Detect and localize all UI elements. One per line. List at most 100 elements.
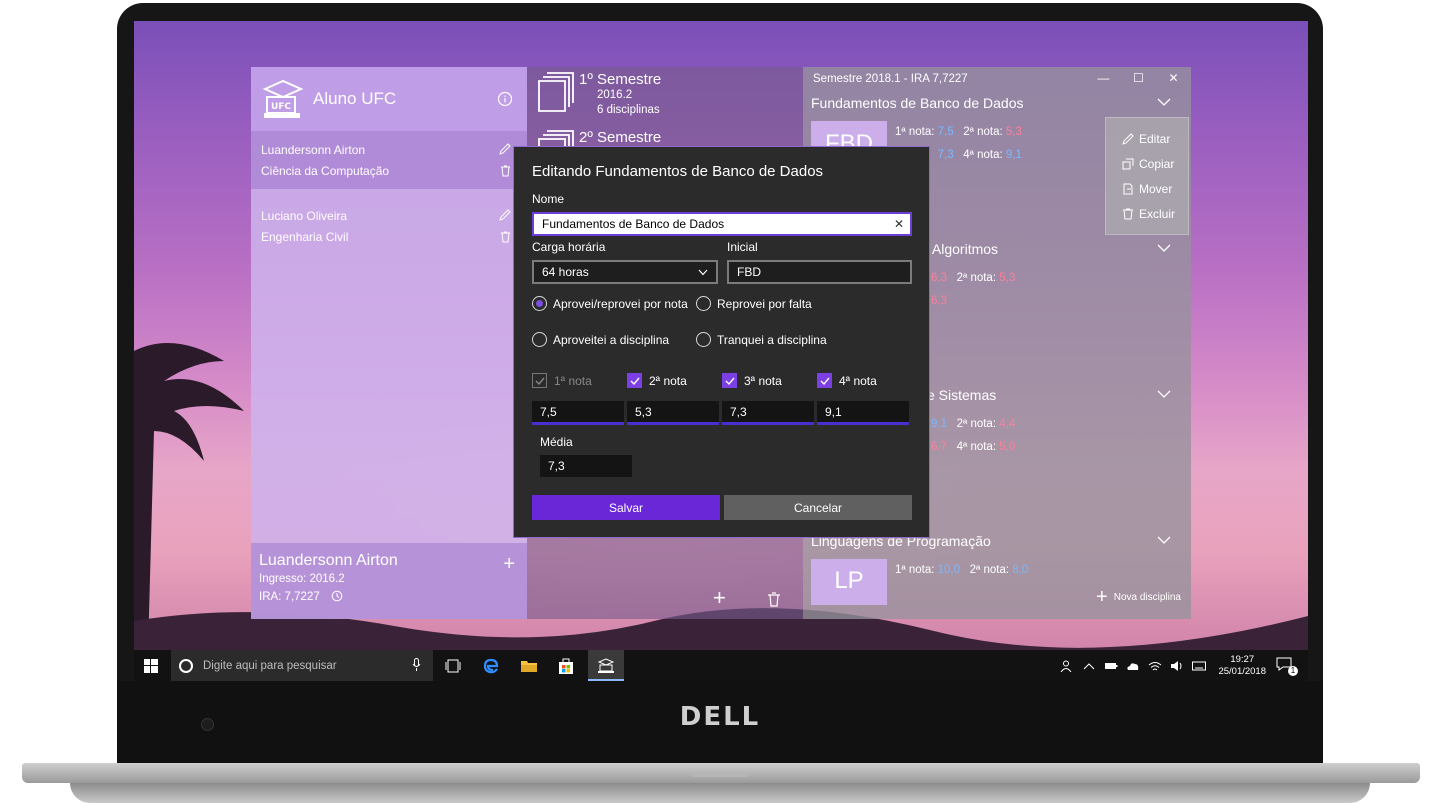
semester-count: 6 disciplinas	[597, 104, 660, 116]
course-name: Fundamentos de Banco de Dados	[811, 95, 1024, 111]
hours-dropdown[interactable]: 64 horas	[532, 260, 718, 284]
checkbox-grade-1[interactable]: 1ª nota	[532, 373, 592, 388]
radio-dropped[interactable]: Tranquei a disciplina	[696, 332, 827, 347]
menu-item-label: Editar	[1139, 131, 1171, 146]
grade-value: 6,7	[931, 441, 947, 453]
windows-start-icon[interactable]	[144, 659, 158, 673]
radio-credited[interactable]: Aproveitei a disciplina	[532, 332, 669, 347]
grade-1-input[interactable]: 7,5	[532, 401, 624, 425]
checkbox-grade-4[interactable]: 4ª nota	[817, 373, 877, 388]
radio-label: Reprovei por falta	[717, 296, 812, 311]
grade-value: 5,3	[999, 272, 1016, 284]
keyboard-icon[interactable]	[1192, 660, 1207, 672]
students-sidebar: UFC Aluno UFC Luandersonn Airton Ciência…	[251, 67, 527, 619]
new-course-button[interactable]: + Nova disciplina	[1096, 586, 1181, 609]
course-name: e Algoritmos	[921, 241, 999, 257]
grade-3-input[interactable]: 7,3	[722, 401, 814, 425]
radio-absence[interactable]: Reprovei por falta	[696, 296, 812, 311]
hours-label: Carga horária	[532, 240, 606, 254]
checkbox-grade-2[interactable]: 2ª nota	[627, 373, 687, 388]
maximize-button[interactable]: ☐	[1121, 67, 1156, 89]
student-item[interactable]: Luandersonn Airton Ciência da Computação	[251, 131, 527, 189]
edit-icon[interactable]	[499, 209, 511, 221]
radio-grade[interactable]: Aprovei/reprovei por nota	[532, 296, 688, 311]
menu-item-copy[interactable]: Copiar	[1106, 151, 1188, 176]
clock[interactable]: 19:27 25/01/2018	[1218, 654, 1266, 678]
checkmark-icon	[820, 377, 830, 385]
student-name: Luandersonn Airton	[261, 143, 366, 157]
checkbox-label: 2ª nota	[649, 373, 687, 388]
grade-value: 7,3	[937, 149, 954, 161]
file-explorer-icon[interactable]	[520, 657, 538, 675]
grade-label: 2ª nota:	[969, 564, 1010, 576]
store-icon[interactable]	[557, 657, 575, 675]
chevron-down-icon[interactable]	[1157, 389, 1171, 399]
grade-label: 4ª nota:	[963, 149, 1003, 161]
summary-ira: IRA: 7,7227	[259, 591, 320, 603]
task-view-icon[interactable]	[444, 657, 462, 675]
checkmark-icon	[630, 377, 640, 385]
info-icon[interactable]	[497, 91, 513, 107]
window-title: Semestre 2018.1 - IRA 7,7227	[813, 73, 968, 85]
menu-item-delete[interactable]: Excluir	[1106, 201, 1188, 226]
chevron-down-icon[interactable]	[1157, 97, 1171, 107]
screenshot: DELL UFC Aluno UFC Luandersonn Airton Ci…	[0, 0, 1440, 810]
history-icon[interactable]	[331, 590, 343, 602]
chevron-down-icon	[698, 269, 708, 276]
edit-course-dialog: Editando Fundamentos de Banco de Dados N…	[513, 146, 930, 538]
graduation-cap-icon: UFC	[262, 79, 304, 118]
taskbar-search[interactable]: Digite aqui para pesquisar	[171, 650, 433, 681]
trash-icon[interactable]	[500, 165, 511, 177]
onedrive-icon[interactable]	[1126, 660, 1140, 672]
save-button[interactable]: Salvar	[532, 495, 720, 520]
semester-year: 2016.2	[597, 89, 633, 101]
chevron-down-icon[interactable]	[1157, 243, 1171, 253]
people-icon[interactable]	[1060, 660, 1074, 672]
clear-icon[interactable]: ✕	[894, 214, 904, 234]
add-student-button[interactable]: +	[503, 553, 515, 576]
menu-item-edit[interactable]: Editar	[1106, 126, 1188, 151]
average-value: 7,3	[540, 455, 632, 477]
edge-browser-icon[interactable]	[482, 657, 500, 675]
grade-value: 10,0	[937, 564, 961, 576]
initial-label: Inicial	[727, 240, 758, 254]
grade-value: 5,0	[999, 441, 1016, 453]
grade-value: 6,3	[931, 295, 947, 307]
menu-item-label: Excluir	[1139, 206, 1176, 221]
grade-4-input[interactable]: 9,1	[817, 401, 909, 425]
cancel-button[interactable]: Cancelar	[724, 495, 912, 520]
grade-label: 2ª nota:	[963, 126, 1003, 138]
action-center-button[interactable]: 1	[1276, 656, 1298, 676]
radio-label: Aproveitei a disciplina	[553, 332, 670, 347]
course-name-input[interactable]: Fundamentos de Banco de Dados ✕	[532, 212, 912, 236]
wifi-icon[interactable]	[1148, 660, 1162, 672]
name-label: Nome	[532, 192, 565, 206]
minimize-button[interactable]: —	[1086, 67, 1121, 89]
grade-label: 2ª nota:	[956, 418, 997, 430]
dell-logo: DELL	[679, 702, 761, 732]
taskbar-app-aluno-ufc[interactable]	[588, 650, 624, 681]
hours-value: 64 horas	[542, 265, 589, 279]
menu-item-move[interactable]: Mover	[1106, 176, 1188, 201]
edit-icon[interactable]	[499, 143, 511, 155]
course-name: e Sistemas	[927, 387, 997, 403]
chevron-down-icon[interactable]	[1157, 535, 1171, 545]
webcam	[201, 718, 214, 731]
close-button[interactable]: ✕	[1156, 67, 1191, 89]
battery-icon[interactable]	[1104, 660, 1118, 672]
semester-title: 1º Semestre	[579, 71, 662, 88]
volume-icon[interactable]	[1170, 660, 1184, 672]
grade-label: 1ª nota:	[895, 126, 935, 138]
checkbox-grade-3[interactable]: 3ª nota	[722, 373, 782, 388]
add-semester-button[interactable]: +	[713, 585, 726, 611]
grade-2-input[interactable]: 5,3	[627, 401, 719, 425]
svg-text:UFC: UFC	[271, 102, 291, 112]
chevron-up-icon[interactable]	[1082, 660, 1096, 672]
microphone-icon[interactable]	[412, 658, 421, 672]
student-item[interactable]: Luciano Oliveira Engenharia Civil	[251, 197, 527, 255]
trash-icon[interactable]	[500, 231, 511, 243]
checkbox-label: 1ª nota	[554, 373, 592, 388]
trash-icon[interactable]	[767, 592, 781, 607]
student-course: Engenharia Civil	[261, 230, 349, 244]
initial-input[interactable]: FBD	[727, 260, 912, 284]
